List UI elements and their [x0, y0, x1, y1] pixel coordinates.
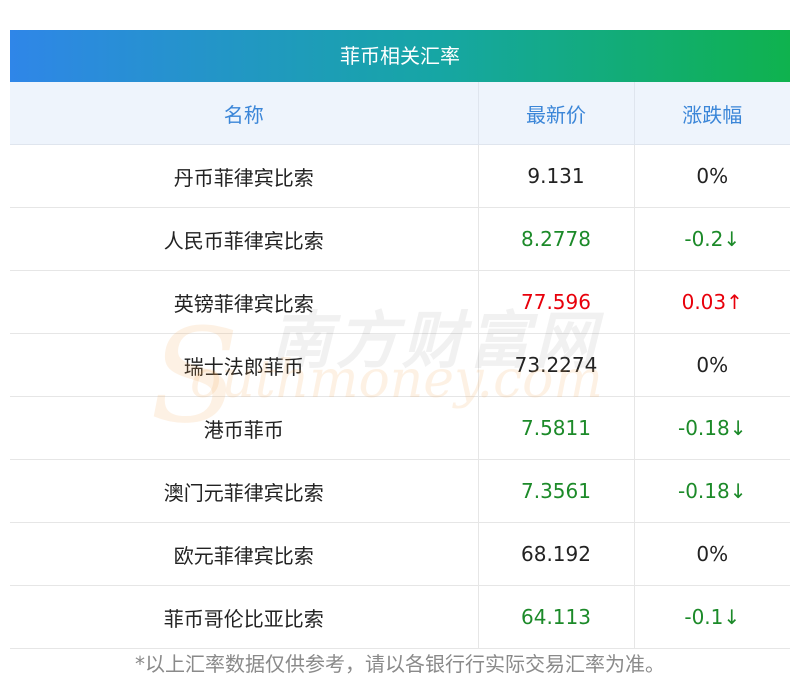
table-row[interactable]: 人民币菲律宾比索 8.2778 -0.2↓: [10, 207, 790, 271]
rates-panel: 菲币相关汇率 名称 最新价 涨跌幅 丹币菲律宾比索 9.131 0% 人民币菲律宾比索…: [10, 30, 790, 649]
column-header-change: 涨跌幅: [633, 82, 790, 145]
table-row[interactable]: 港币菲币 7.5811 -0.18↓: [10, 396, 790, 460]
cell-price: 77.596: [477, 270, 634, 334]
cell-change: -0.18↓: [633, 396, 790, 460]
column-header-name: 名称: [10, 82, 478, 145]
cell-price: 9.131: [477, 144, 634, 208]
table-row[interactable]: 英镑菲律宾比索 77.596 0.03↑: [10, 270, 790, 334]
panel-title: 菲币相关汇率: [10, 30, 790, 82]
cell-price: 64.113: [477, 585, 634, 649]
cell-name: 人民币菲律宾比索: [10, 207, 478, 271]
table-header-row: 名称 最新价 涨跌幅: [10, 82, 790, 145]
table-row[interactable]: 澳门元菲律宾比索 7.3561 -0.18↓: [10, 459, 790, 523]
cell-change: -0.2↓: [633, 207, 790, 271]
cell-name: 澳门元菲律宾比索: [10, 459, 478, 523]
cell-price: 7.3561: [477, 459, 634, 523]
cell-price: 73.2274: [477, 333, 634, 397]
cell-price: 68.192: [477, 522, 634, 586]
column-header-price: 最新价: [477, 82, 634, 145]
table-row[interactable]: 欧元菲律宾比索 68.192 0%: [10, 522, 790, 586]
cell-change: 0%: [633, 333, 790, 397]
cell-name: 丹币菲律宾比索: [10, 144, 478, 208]
table-row[interactable]: 菲币哥伦比亚比索 64.113 -0.1↓: [10, 585, 790, 649]
disclaimer-footnote: *以上汇率数据仅供参考，请以各银行行实际交易汇率为准。: [135, 652, 665, 676]
cell-name: 英镑菲律宾比索: [10, 270, 478, 334]
table-row[interactable]: 丹币菲律宾比索 9.131 0%: [10, 144, 790, 208]
cell-name: 瑞士法郎菲币: [10, 333, 478, 397]
cell-change: 0%: [633, 522, 790, 586]
cell-change: -0.18↓: [633, 459, 790, 523]
cell-name: 欧元菲律宾比索: [10, 522, 478, 586]
cell-name: 菲币哥伦比亚比索: [10, 585, 478, 649]
cell-change: 0.03↑: [633, 270, 790, 334]
cell-change: 0%: [633, 144, 790, 208]
table-row[interactable]: 瑞士法郎菲币 73.2274 0%: [10, 333, 790, 397]
rates-table: 名称 最新价 涨跌幅 丹币菲律宾比索 9.131 0% 人民币菲律宾比索 8.2778-…: [10, 82, 790, 649]
cell-price: 8.2778: [477, 207, 634, 271]
cell-name: 港币菲币: [10, 396, 478, 460]
cell-change: -0.1↓: [633, 585, 790, 649]
cell-price: 7.5811: [477, 396, 634, 460]
